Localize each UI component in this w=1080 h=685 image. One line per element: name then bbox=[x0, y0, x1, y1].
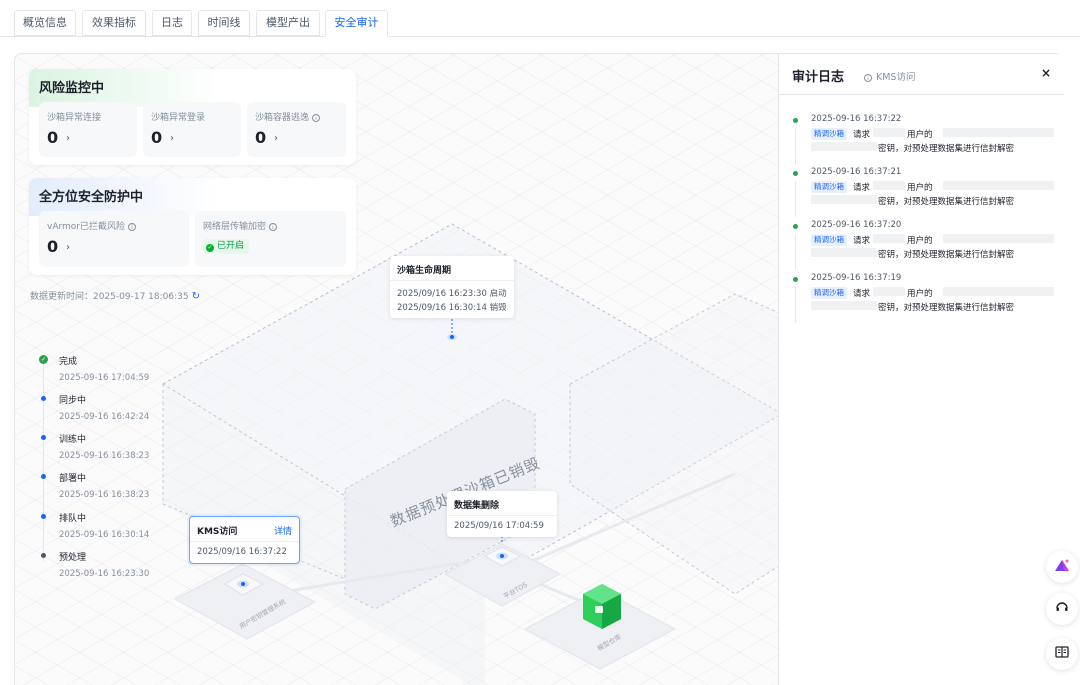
info-icon: i bbox=[128, 223, 136, 231]
audit-title: 审计日志 bbox=[792, 70, 845, 85]
redacted-field bbox=[943, 234, 1054, 243]
tab-logs[interactable]: 日志 bbox=[152, 10, 192, 36]
kms-access-popup[interactable]: KMS访问 详情 2025/09/16 16:37:22 bbox=[189, 516, 300, 564]
redacted-field bbox=[873, 181, 905, 190]
dot-icon bbox=[41, 474, 46, 479]
chevron-right-icon: › bbox=[274, 133, 278, 144]
close-icon[interactable]: × bbox=[1041, 66, 1051, 80]
redacted-field bbox=[873, 234, 905, 243]
isometric-scene: 风险监控中 沙箱异常连接 0 › 沙箱异常登录 0 › 沙箱容器逃逸 i 0 › … bbox=[15, 54, 780, 685]
redacted-field bbox=[811, 142, 877, 151]
redacted-field bbox=[873, 287, 905, 296]
audit-subtitle: i KMS访问 bbox=[864, 69, 915, 83]
timeline-line bbox=[43, 362, 44, 562]
redacted-field bbox=[873, 128, 905, 137]
redacted-field bbox=[943, 181, 1054, 190]
dataset-delete-popup[interactable]: 数据集删除 2025/09/16 17:04:59 bbox=[447, 491, 557, 537]
dot-icon bbox=[41, 514, 46, 519]
tab-security-audit[interactable]: 安全审计 bbox=[325, 10, 388, 37]
metric-container-escape[interactable]: 沙箱容器逃逸 i 0 › bbox=[247, 102, 346, 157]
sandbox-tag: 精调沙箱 bbox=[811, 128, 847, 140]
audit-log-entry: 2025-09-16 16:37:19 精调沙箱 请求 用户的 密钥，对预处理数… bbox=[793, 273, 1055, 327]
sandbox-tag: 精调沙箱 bbox=[811, 181, 847, 193]
risk-monitor-title: 风险监控中 bbox=[39, 81, 105, 96]
redacted-field bbox=[811, 301, 877, 310]
tab-model-output[interactable]: 模型产出 bbox=[256, 10, 320, 36]
protection-title: 全方位安全防护中 bbox=[39, 190, 144, 205]
metric-abnormal-connection[interactable]: 沙箱异常连接 0 › bbox=[39, 102, 137, 157]
dot-icon bbox=[793, 118, 798, 123]
dot-icon bbox=[793, 277, 798, 282]
info-icon: i bbox=[269, 223, 278, 231]
update-time: 数据更新时间：2025-09-17 18:06:35 ↻ bbox=[30, 291, 200, 302]
tab-overview[interactable]: 概览信息 bbox=[14, 10, 76, 36]
dot-icon bbox=[41, 553, 46, 558]
redacted-field bbox=[811, 195, 877, 204]
status-badge: ✓ 已开启 bbox=[203, 239, 250, 254]
refresh-icon[interactable]: ↻ bbox=[192, 291, 200, 302]
audit-log-panel: 审计日志 i KMS访问 × 2025-09-16 16:37:22 精调沙箱 请… bbox=[778, 54, 1064, 685]
metric-varmor[interactable]: vArmor已拦截风险 i 0 › bbox=[39, 211, 189, 267]
info-icon: i bbox=[312, 114, 321, 122]
tab-metrics[interactable]: 效果指标 bbox=[82, 10, 146, 36]
dot-icon bbox=[793, 224, 798, 229]
sandbox-tag: 精调沙箱 bbox=[811, 234, 847, 246]
check-icon: ✓ bbox=[206, 244, 214, 252]
audit-log-entry: 2025-09-16 16:37:21 精调沙箱 请求 用户的 密钥，对预处理数… bbox=[793, 167, 1055, 221]
chevron-right-icon: › bbox=[170, 133, 174, 144]
dot-icon bbox=[41, 396, 46, 401]
sandbox-lifecycle-popup[interactable]: 沙箱生命周期 2025/09/16 16:23:30 启动 2025/09/16… bbox=[390, 256, 514, 318]
dot-icon bbox=[793, 171, 798, 176]
support-icon[interactable] bbox=[1046, 593, 1078, 625]
dot-icon bbox=[41, 435, 46, 440]
audit-log-entry: 2025-09-16 16:37:22 精调沙箱 请求 用户的 密钥，对预处理数… bbox=[793, 114, 1055, 168]
chevron-right-icon: › bbox=[66, 133, 70, 144]
protection-card: 全方位安全防护中 vArmor已拦截风险 i 0 › 网络层传输加密 i ✓ 已开启 bbox=[29, 178, 356, 275]
redacted-field bbox=[943, 287, 1054, 296]
tab-bar: 概览信息 效果指标 日志 时间线 模型产出 安全审计 bbox=[0, 0, 1080, 37]
risk-monitor-card: 风险监控中 沙箱异常连接 0 › 沙箱异常登录 0 › 沙箱容器逃逸 i 0 › bbox=[29, 69, 356, 165]
info-icon: i bbox=[864, 74, 872, 82]
sandbox-tag: 精调沙箱 bbox=[811, 287, 847, 299]
metric-network-encryption: 网络层传输加密 i ✓ 已开启 bbox=[195, 211, 346, 267]
docs-book-icon[interactable] bbox=[1046, 638, 1078, 670]
redacted-field bbox=[943, 128, 1054, 137]
chevron-right-icon: › bbox=[66, 242, 70, 253]
check-circle-icon: ✓ bbox=[39, 355, 48, 364]
metric-abnormal-login[interactable]: 沙箱异常登录 0 › bbox=[143, 102, 241, 157]
audit-log-entry: 2025-09-16 16:37:20 精调沙箱 请求 用户的 密钥，对预处理数… bbox=[793, 220, 1055, 274]
tab-timeline[interactable]: 时间线 bbox=[198, 10, 250, 36]
details-link[interactable]: 详情 bbox=[274, 524, 292, 537]
redacted-field bbox=[811, 248, 877, 257]
ai-assistant-icon[interactable] bbox=[1046, 551, 1078, 583]
